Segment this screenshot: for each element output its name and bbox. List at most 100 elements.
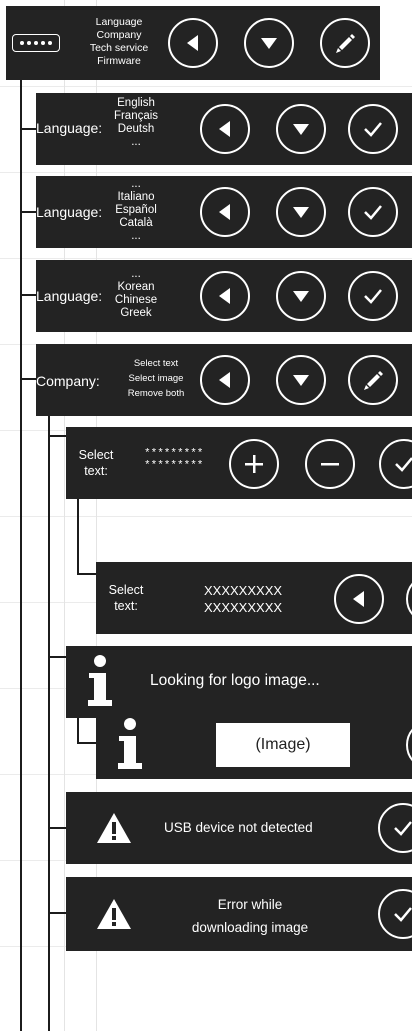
menu-item-company[interactable]: Company: [79, 29, 159, 42]
select-text-label: Select text:: [102, 582, 150, 614]
option-italiano[interactable]: Italiano: [108, 191, 164, 204]
tree-connector: [48, 827, 66, 829]
language-screen-3: Language: ... Korean Chinese Greek: [36, 260, 412, 332]
tree-connector: [20, 211, 36, 213]
check-icon: [364, 122, 382, 137]
tree-connector: [20, 294, 36, 296]
info-icon: [118, 718, 142, 769]
option-chinese[interactable]: Chinese: [108, 294, 164, 307]
select-text-label-line: Select: [108, 583, 144, 597]
company-screen: Company: Select text Select image Remove…: [36, 344, 412, 416]
back-button[interactable]: [200, 271, 250, 321]
plus-icon: [245, 455, 263, 473]
left-arrow-icon: [219, 121, 230, 137]
option-select-text[interactable]: Select text: [112, 356, 200, 371]
tree-connector-company: [48, 416, 50, 1031]
down-arrow-icon: [293, 124, 309, 135]
down-arrow-icon: [293, 291, 309, 302]
tree-connector: [77, 573, 96, 575]
option-english[interactable]: English: [108, 97, 164, 110]
select-text-screen-1: Select text: ********* *********: [66, 427, 412, 499]
edit-button[interactable]: [320, 18, 370, 68]
option-more: ...: [131, 230, 141, 242]
tree-connector: [48, 656, 66, 658]
option-catala[interactable]: Català: [108, 217, 164, 230]
download-error-line: downloading image: [191, 920, 309, 935]
check-icon: [394, 907, 412, 922]
check-icon: [364, 205, 382, 220]
language-screen-1: Language: English Français Deutsh ...: [36, 93, 412, 165]
down-arrow-icon: [261, 38, 277, 49]
option-more: ...: [131, 268, 141, 280]
option-korean[interactable]: Korean: [108, 281, 164, 294]
down-button[interactable]: [276, 187, 326, 237]
language-label: Language:: [36, 120, 103, 136]
grid-line: [0, 258, 412, 259]
company-options: Select text Select image Remove both: [112, 356, 200, 401]
confirm-button[interactable]: [378, 803, 412, 853]
down-arrow-icon: [293, 375, 309, 386]
tree-connector: [48, 912, 66, 914]
check-icon: [394, 821, 412, 836]
language-label: Language:: [36, 204, 103, 220]
root-menu-list: Language Company Tech service Firmware: [79, 16, 159, 68]
download-error-line: Error while: [217, 897, 283, 912]
pencil-icon: [364, 371, 383, 390]
grid-line: [0, 86, 412, 87]
option-more: ...: [131, 178, 141, 190]
confirm-button[interactable]: [348, 271, 398, 321]
menu-item-firmware[interactable]: Firmware: [79, 55, 159, 68]
dots-icon[interactable]: [12, 34, 60, 52]
option-select-image[interactable]: Select image: [112, 371, 200, 386]
tree-connector: [48, 435, 66, 437]
confirm-button[interactable]: [348, 187, 398, 237]
back-button[interactable]: [200, 104, 250, 154]
back-button[interactable]: [200, 355, 250, 405]
option-deutsh[interactable]: Deutsh: [108, 123, 164, 136]
down-arrow-icon: [293, 207, 309, 218]
left-arrow-icon: [187, 35, 198, 51]
down-button[interactable]: [276, 355, 326, 405]
option-francais[interactable]: Français: [108, 110, 164, 123]
confirm-button[interactable]: [348, 104, 398, 154]
back-button[interactable]: [334, 574, 384, 624]
option-greek[interactable]: Greek: [108, 307, 164, 320]
warning-icon: [97, 899, 131, 929]
down-button[interactable]: [276, 271, 326, 321]
download-error-screen: Error while downloading image: [66, 877, 412, 951]
select-text-label: Select text:: [72, 447, 120, 479]
tree-connector: [20, 128, 36, 130]
menu-item-language[interactable]: Language: [79, 16, 159, 29]
down-button[interactable]: [276, 104, 326, 154]
language-options: ... Italiano Español Català ...: [108, 178, 164, 243]
language-screen-2: Language: ... Italiano Español Català ..…: [36, 176, 412, 248]
left-arrow-icon: [219, 288, 230, 304]
warning-icon: [97, 813, 131, 843]
text-value-field[interactable]: XXXXXXXXX XXXXXXXXX: [204, 582, 282, 616]
subtract-button[interactable]: [305, 439, 355, 489]
back-button[interactable]: [168, 18, 218, 68]
left-arrow-icon: [219, 204, 230, 220]
text-value-field[interactable]: ********* *********: [144, 448, 203, 472]
menu-item-tech-service[interactable]: Tech service: [79, 42, 159, 55]
confirm-button[interactable]: [406, 720, 412, 770]
minus-icon: [321, 463, 339, 466]
grid-line: [0, 172, 412, 173]
confirm-button[interactable]: [378, 889, 412, 939]
text-value-line: *********: [144, 448, 204, 460]
text-value-line: XXXXXXXXX: [204, 600, 283, 615]
down-button[interactable]: [406, 574, 412, 624]
check-icon: [364, 289, 382, 304]
option-remove-both[interactable]: Remove both: [112, 386, 200, 401]
back-button[interactable]: [200, 187, 250, 237]
check-icon: [395, 457, 412, 472]
down-button[interactable]: [244, 18, 294, 68]
add-button[interactable]: [229, 439, 279, 489]
image-preview: (Image): [216, 723, 350, 767]
confirm-button[interactable]: [379, 439, 412, 489]
option-espanol[interactable]: Español: [108, 204, 164, 217]
download-error-message: Error while downloading image: [170, 893, 330, 939]
company-label: Company:: [36, 373, 100, 389]
select-text-label-line: text:: [114, 599, 138, 613]
edit-button[interactable]: [348, 355, 398, 405]
